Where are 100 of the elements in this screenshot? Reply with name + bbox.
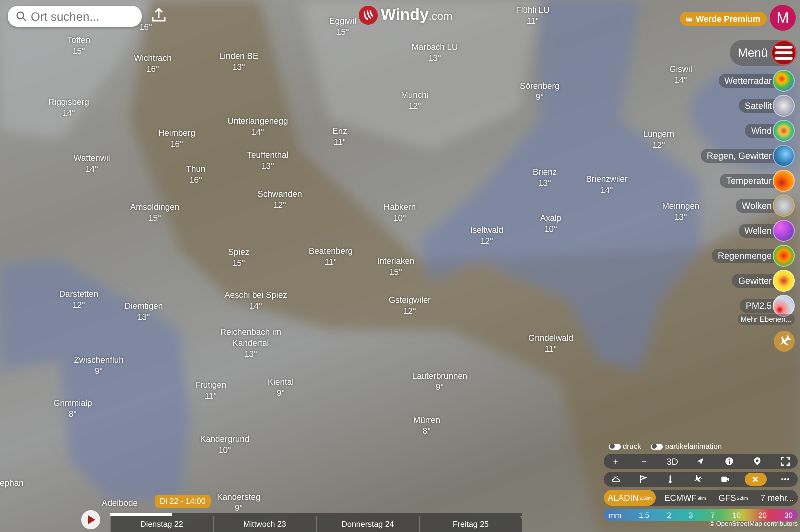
layer-thumbnail[interactable] [773, 195, 795, 217]
layer-label[interactable]: Temperatur [720, 174, 775, 188]
temperature-label: 16° [190, 175, 202, 186]
day-label[interactable]: Dienstag 22 [110, 516, 213, 532]
place-name: Habkern [384, 202, 416, 213]
place-name: Grindelwald [528, 333, 574, 344]
day-label[interactable]: Donnerstag 24 [316, 516, 419, 532]
search-field[interactable]: Ort suchen... [8, 6, 142, 27]
toggle-switch[interactable] [651, 444, 664, 450]
temperature-label: 13° [138, 312, 150, 323]
temperature-label: 14° [252, 127, 264, 138]
layer-label[interactable]: Gewitter [732, 274, 775, 288]
temperature-label: 9° [436, 382, 444, 393]
map-control-button[interactable]: 3D [664, 455, 681, 468]
place-name: Zwischenfluh [74, 355, 124, 366]
place-name: Toffen [68, 35, 90, 46]
temperature-label: 11° [204, 391, 218, 402]
place-name: Adelbode [102, 498, 138, 509]
place-name: Kandergrund [200, 434, 250, 445]
place-name: Kandersteg [217, 492, 261, 503]
place-name: Wichtrach [134, 53, 172, 64]
pin-icon[interactable] [753, 457, 762, 466]
temperature-label: 15° [336, 27, 350, 38]
layer-label[interactable]: Regen, Gewitter [700, 149, 775, 163]
layer-label[interactable]: Wind [745, 124, 775, 138]
place-name: Marbach LU [412, 42, 458, 53]
cloud-sun-icon[interactable] [612, 475, 620, 484]
place-name: Teuffenthal [247, 150, 289, 161]
map-control-button[interactable]: + [608, 455, 624, 468]
share-icon[interactable] [151, 7, 167, 23]
place-name: Iseltwald [470, 225, 504, 236]
day-label[interactable]: Freitag 25 [419, 516, 522, 532]
info-icon[interactable] [724, 457, 734, 466]
video-camera-icon[interactable] [720, 475, 730, 484]
place-name: Spiez [228, 247, 250, 258]
temperature-label: 12° [652, 140, 666, 151]
airplane-icon[interactable] [774, 331, 795, 352]
place-name: Mürren [414, 415, 440, 426]
temperature-label: 14° [674, 75, 688, 86]
crown-icon [686, 16, 693, 22]
temperature-label: 10° [218, 445, 232, 456]
layer-label[interactable]: PM2.5 [740, 299, 775, 313]
logo-icon [359, 6, 378, 25]
time-badge: Di 22 - 14:00 [155, 495, 211, 508]
close-button[interactable] [744, 473, 767, 486]
temperature-label: 11° [334, 137, 346, 148]
weather-map-drawing[interactable] [0, 0, 800, 532]
place-name: Darstetten [59, 289, 99, 300]
place-name: Aeschi bei Spiez [224, 290, 288, 301]
place-name: Amsoldingen [130, 202, 180, 213]
day-label[interactable]: Mittwoch 23 [213, 516, 316, 532]
temperature-label: 13° [262, 161, 274, 172]
temperature-label: 14° [62, 108, 76, 119]
flag-icon[interactable] [638, 475, 648, 484]
temperature-label: 16° [170, 139, 184, 150]
temperature-label: 13° [674, 212, 688, 223]
place-name: Linden BE [219, 51, 259, 62]
temperature-label: 12° [480, 236, 494, 247]
place-name: Riggisberg [48, 97, 90, 108]
avatar-button[interactable]: M [770, 5, 796, 31]
place-name: Interlaken [377, 256, 415, 267]
menu-icon[interactable] [771, 40, 797, 66]
play-button[interactable] [81, 510, 101, 530]
place-name: Unterlangenegg [228, 116, 288, 127]
location-arrow-icon[interactable] [696, 457, 706, 466]
temperature-label: 11° [526, 16, 540, 27]
temperature-label: 11° [324, 257, 338, 268]
layer-label[interactable]: Regenmenge [712, 249, 775, 263]
model-tab[interactable]: 7 mehr... [756, 490, 798, 506]
layer-label[interactable]: Satellit [738, 99, 775, 113]
temperature-label: 8° [422, 426, 432, 437]
temperature-label: 9° [276, 388, 286, 399]
toggle-switch[interactable] [609, 444, 621, 450]
temperature-label: 15° [72, 46, 86, 57]
temperature-label: 16° [146, 64, 160, 75]
layer-label[interactable]: Wolken [736, 199, 775, 213]
temperature-label: 10° [394, 213, 406, 224]
fullscreen-icon[interactable] [781, 457, 790, 466]
layer-label[interactable]: Wellen [738, 224, 775, 238]
place-name: Meiringen [662, 201, 700, 212]
place-name: Sörenberg [520, 81, 560, 92]
temperature-label: 13° [538, 178, 552, 189]
place-name: Eggiwil [330, 16, 356, 27]
place-name: Giswil [670, 64, 692, 75]
temperature-label: 12° [72, 300, 86, 311]
temperature-label: 13° [232, 62, 246, 73]
temperature-label: 12° [404, 306, 416, 317]
close-icon [751, 475, 760, 484]
place-name: Gsteigwiler [388, 295, 432, 306]
map-control-button[interactable]: − [636, 455, 652, 468]
place-name: Diemtigen [124, 301, 164, 312]
temperature-label: 15° [148, 213, 162, 224]
layer-label[interactable]: Wetterradar [718, 74, 775, 88]
temperature-label: 13° [428, 53, 442, 64]
temperature-label: 9° [234, 503, 244, 514]
place-name: Flühli LU [516, 5, 550, 16]
logo-text: Windy.com [381, 6, 453, 24]
place-name: ephan [0, 478, 24, 489]
airplane-icon[interactable] [693, 475, 702, 484]
temperature-label: 12° [408, 101, 422, 112]
